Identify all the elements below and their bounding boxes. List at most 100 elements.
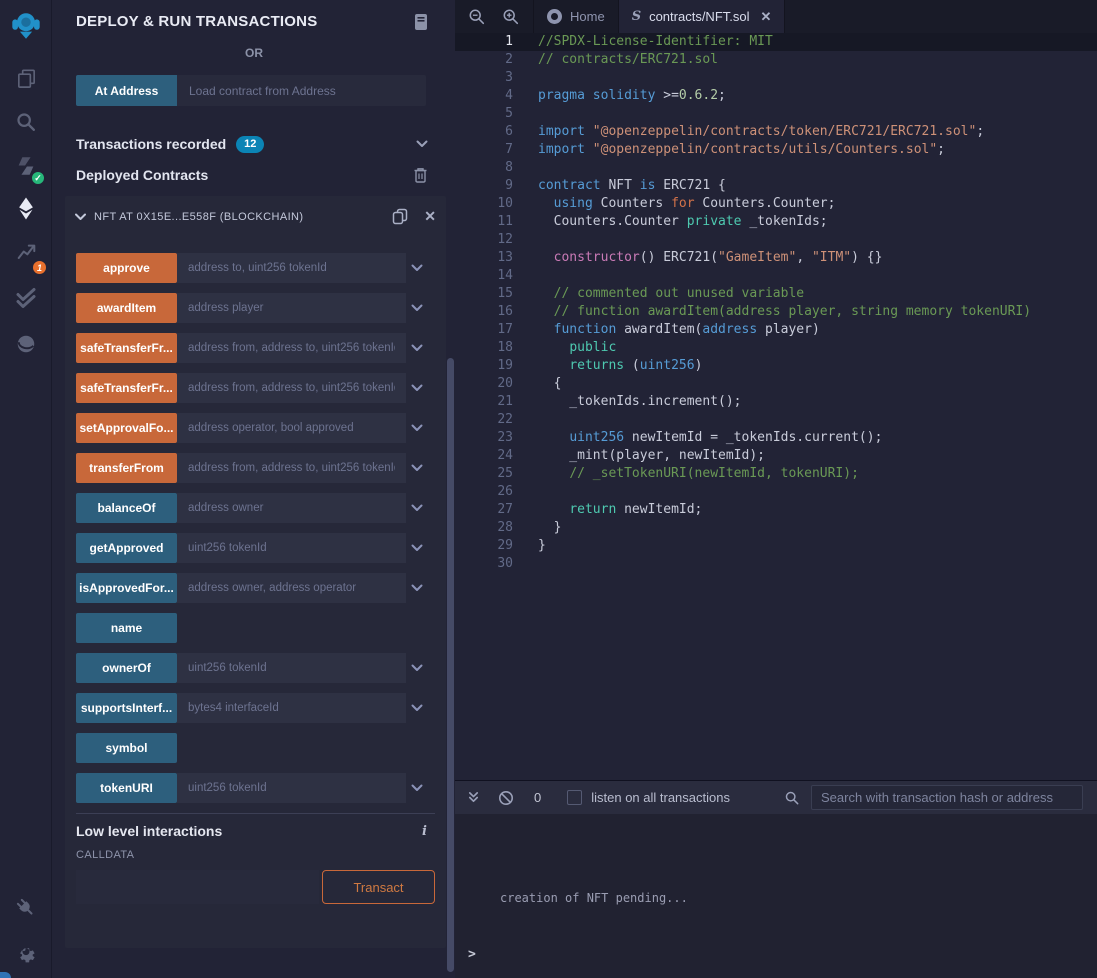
function-row: isApprovedFor...: [76, 573, 427, 603]
code-line: 7import "@openzeppelin/contracts/utils/C…: [455, 141, 1097, 159]
clear-console-icon[interactable]: [498, 790, 514, 806]
info-icon[interactable]: i: [422, 824, 427, 839]
function-row: transferFrom: [76, 453, 427, 483]
function-button-safetransferfr[interactable]: safeTransferFr...: [76, 333, 177, 363]
at-address-input[interactable]: [177, 75, 426, 106]
code-line: 15 // commented out unused variable: [455, 285, 1097, 303]
function-row: ownerOf: [76, 653, 427, 683]
expand-terminal-icon[interactable]: [467, 791, 480, 804]
function-args-input[interactable]: [177, 653, 406, 683]
code-line: 14: [455, 267, 1097, 285]
deploy-run-icon[interactable]: [0, 190, 52, 226]
zoom-out-icon[interactable]: [468, 8, 485, 25]
unit-testing-icon[interactable]: [0, 280, 52, 316]
chevron-down-icon[interactable]: [411, 704, 427, 712]
function-button-safetransferfr[interactable]: safeTransferFr...: [76, 373, 177, 403]
function-args-input[interactable]: [177, 493, 406, 523]
function-args-input[interactable]: [177, 773, 406, 803]
close-icon[interactable]: ✕: [424, 208, 436, 225]
remix-ide-window: ✓1 DEPLOY & RUN TRANSACTIONS OR At Addre…: [0, 0, 1097, 978]
code-line: 3: [455, 69, 1097, 87]
tab-contracts-nft-sol[interactable]: S contracts/NFT.sol ✕: [619, 0, 786, 33]
code-line: 20 {: [455, 375, 1097, 393]
solidity-compiler-icon[interactable]: ✓: [0, 148, 52, 184]
terminal-output: creation of NFT pending...: [500, 891, 688, 905]
code-line: 12: [455, 231, 1097, 249]
code-line: 9contract NFT is ERC721 {: [455, 177, 1097, 195]
function-args-input[interactable]: [177, 253, 406, 283]
function-button-isapprovedfor[interactable]: isApprovedFor...: [76, 573, 177, 603]
function-button-transferfrom[interactable]: transferFrom: [76, 453, 177, 483]
function-args-input[interactable]: [177, 693, 406, 723]
chevron-down-icon[interactable]: [411, 424, 427, 432]
function-row: supportsInterf...: [76, 693, 427, 723]
support-widget[interactable]: [0, 972, 11, 978]
terminal-toolbar: 0 listen on all transactions: [455, 781, 1097, 814]
solidity-file-icon: S: [632, 9, 641, 24]
search-icon[interactable]: [0, 104, 52, 140]
function-args-input[interactable]: [177, 533, 406, 563]
chevron-down-icon[interactable]: [411, 464, 427, 472]
copy-icon[interactable]: [392, 208, 408, 225]
code-line: 13 constructor() ERC721("GameItem", "ITM…: [455, 249, 1097, 267]
zoom-in-icon[interactable]: [502, 8, 519, 25]
calldata-label: CALLDATA: [76, 849, 435, 861]
code-line: 5: [455, 105, 1097, 123]
function-button-approve[interactable]: approve: [76, 253, 177, 283]
chevron-down-icon[interactable]: [411, 544, 427, 552]
panel-scrollbar[interactable]: [447, 358, 454, 972]
chevron-down-icon[interactable]: [411, 264, 427, 272]
success-badge: ✓: [30, 170, 46, 186]
documentation-icon[interactable]: [413, 13, 429, 31]
code-line: 22: [455, 411, 1097, 429]
at-address-button[interactable]: At Address: [76, 75, 177, 106]
plugin-manager-icon[interactable]: [0, 890, 52, 926]
function-button-getapproved[interactable]: getApproved: [76, 533, 177, 563]
function-button-balanceof[interactable]: balanceOf: [76, 493, 177, 523]
listen-all-transactions-checkbox[interactable]: [567, 790, 582, 805]
function-button-awarditem[interactable]: awardItem: [76, 293, 177, 323]
function-button-name[interactable]: name: [76, 613, 177, 643]
chevron-down-icon[interactable]: [411, 344, 427, 352]
function-button-symbol[interactable]: symbol: [76, 733, 177, 763]
chevron-down-icon[interactable]: [411, 664, 427, 672]
function-button-tokenuri[interactable]: tokenURI: [76, 773, 177, 803]
code-line: 23 uint256 newItemId = _tokenIds.current…: [455, 429, 1097, 447]
function-args-input[interactable]: [177, 573, 406, 603]
contract-title: NFT AT 0X15E...E558F (BLOCKCHAIN): [94, 211, 303, 223]
terminal-search-input[interactable]: [811, 785, 1083, 810]
chevron-down-icon[interactable]: [411, 504, 427, 512]
chevron-down-icon[interactable]: [411, 784, 427, 792]
function-button-supportsinterf[interactable]: supportsInterf...: [76, 693, 177, 723]
remix-logo[interactable]: [0, 8, 52, 44]
chevron-down-icon[interactable]: [411, 584, 427, 592]
chevron-down-icon[interactable]: [416, 140, 428, 148]
calldata-input[interactable]: [76, 870, 319, 904]
chevron-down-icon[interactable]: [411, 384, 427, 392]
chevron-down-icon[interactable]: [411, 304, 427, 312]
transactions-recorded-label: Transactions recorded: [76, 136, 226, 152]
terminal-prompt: >: [468, 947, 476, 962]
code-area[interactable]: 1//SPDX-License-Identifier: MIT2// contr…: [455, 33, 1097, 780]
settings-icon[interactable]: [0, 935, 52, 971]
function-row: getApproved: [76, 533, 427, 563]
function-args-input[interactable]: [177, 293, 406, 323]
transact-button[interactable]: Transact: [322, 870, 435, 904]
close-tab-icon[interactable]: ✕: [761, 9, 772, 25]
function-button-setapprovalfo[interactable]: setApprovalFo...: [76, 413, 177, 443]
function-row: awardItem: [76, 293, 427, 323]
function-args-input[interactable]: [177, 413, 406, 443]
code-line: 8: [455, 159, 1097, 177]
function-args-input[interactable]: [177, 373, 406, 403]
function-button-ownerof[interactable]: ownerOf: [76, 653, 177, 683]
sourcify-icon[interactable]: [0, 326, 52, 362]
file-explorer-icon[interactable]: [0, 60, 52, 96]
tab-home[interactable]: Home: [533, 0, 619, 33]
trash-icon[interactable]: [413, 167, 428, 183]
chevron-down-icon[interactable]: [75, 213, 86, 221]
function-args-input[interactable]: [177, 333, 406, 363]
function-args-input[interactable]: [177, 453, 406, 483]
code-line: 4pragma solidity >=0.6.2;: [455, 87, 1097, 105]
analysis-icon[interactable]: 1: [0, 234, 52, 270]
editor-tabbar: Home S contracts/NFT.sol ✕: [455, 0, 1097, 33]
